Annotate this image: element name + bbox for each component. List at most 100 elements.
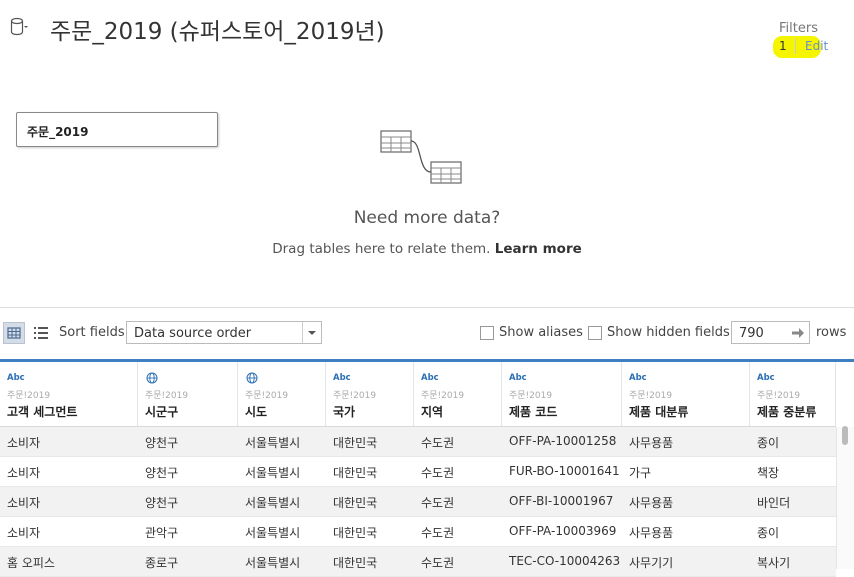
column-source: 주문!2019 [509,391,553,401]
column-name: 제품 대분류 [629,405,689,419]
string-type-icon[interactable]: Abc [421,373,439,383]
grid-view-button[interactable] [3,322,25,344]
table-cell: OFF-PA-10001258 [509,434,617,448]
column-source: 주문!2019 [629,391,673,401]
table-cell: 가구 [629,466,652,480]
grid-icon [7,327,21,339]
column-name: 시도 [245,405,268,419]
table-row: 소비자 양천구 서울특별시 대한민국 수도권 OFF-BI-10001967 사무용품 바인더 [0,487,836,517]
table-row: 소비자 관악구 서울특별시 대한민국 수도권 OFF-PA-10003969 사무용품 종이 [0,517,836,547]
show-hidden-fields-checkbox[interactable] [588,326,602,340]
table-cell: 수도권 [421,526,455,540]
column-header[interactable]: Abc 주문!2019 제품 코드 [502,362,622,427]
table-row: 소비자 양천구 서울특별시 대한민국 수도권 OFF-PA-10001258 사무용품 종이 [0,427,836,457]
column-source: 주문!2019 [245,391,289,401]
show-aliases-label[interactable]: Show aliases [499,325,583,340]
globe-icon[interactable] [246,372,258,384]
column-source: 주문!2019 [7,391,51,401]
table-cell: 서울특별시 [245,466,301,480]
table-row: 홈 오피스 종로구 서울특별시 대한민국 수도권 TEC-CO-10004263 사무기기 복… [0,547,836,577]
column-source: 주문!2019 [333,391,377,401]
table-row: 소비자 양천구 서울특별시 대한민국 수도권 FUR-BO-10001641 가구 책장 [0,457,836,487]
sort-select-value: Data source order [134,326,252,341]
table-cell: 종로구 [145,556,179,570]
table-cell: 양천구 [145,496,179,510]
column-header[interactable]: Abc 주문!2019 지역 [414,362,502,427]
column-header[interactable]: Abc 주문!2019 국가 [326,362,414,427]
column-source: 주문!2019 [421,391,465,401]
filters-label: Filters [779,21,818,36]
show-hidden-fields-label[interactable]: Show hidden fields [607,325,730,340]
string-type-icon[interactable]: Abc [629,373,647,383]
table-cell: 바인더 [757,496,791,510]
table-cell: 대한민국 [333,466,378,480]
list-view-icon[interactable] [34,326,48,340]
string-type-icon[interactable]: Abc [333,373,351,383]
sort-fields-select[interactable]: Data source order [126,321,322,344]
string-type-icon[interactable]: Abc [509,373,527,383]
column-header[interactable]: Abc 주문!2019 제품 대분류 [622,362,750,427]
table-cell: 사무용품 [629,436,674,450]
filters-divider [795,38,796,54]
table-cell: 대한민국 [333,496,378,510]
table-cell: 대한민국 [333,436,378,450]
show-aliases-checkbox[interactable] [480,326,494,340]
datasource-title[interactable]: 주문_2019 (슈퍼스토어_2019년) [50,12,385,46]
table-cell: 서울특별시 [245,556,301,570]
column-source: 주문!2019 [757,391,801,401]
column-name: 시군구 [145,405,179,419]
table-cell: OFF-BI-10001967 [509,494,614,508]
column-name: 고객 세그먼트 [7,405,78,419]
table-cell: 소비자 [7,436,41,450]
string-type-icon[interactable]: Abc [7,373,25,383]
table-cell: TEC-CO-10004263 [509,554,621,568]
column-name: 국가 [333,405,356,419]
chevron-down-icon[interactable] [302,322,321,343]
table-cell: FUR-BO-10001641 [509,464,620,478]
learn-more-link[interactable]: Learn more [495,241,582,257]
table-cell: 수도권 [421,436,455,450]
scrollbar-thumb[interactable] [842,426,848,445]
column-header[interactable]: 주문!2019 시도 [238,362,326,427]
tables-relationship-icon [380,130,462,184]
column-name: 지역 [421,405,444,419]
table-cell: 사무용품 [629,526,674,540]
column-name: 제품 중분류 [757,405,817,419]
database-icon[interactable] [10,17,28,37]
column-header[interactable]: Abc 주문!2019 고객 세그먼트 [0,362,138,427]
table-cell: 소비자 [7,526,41,540]
rows-count-input[interactable]: 790 [731,321,810,344]
column-source: 주문!2019 [145,391,189,401]
toolbar-divider [0,307,854,308]
drag-hint-text: Drag tables here to relate them. [272,241,491,257]
rows-count-value: 790 [739,326,764,341]
table-cell: 양천구 [145,436,179,450]
table-cell: OFF-PA-10003969 [509,524,617,538]
need-more-data-heading: Need more data? [353,208,501,228]
table-cell: 수도권 [421,496,455,510]
table-cell: 사무기기 [629,556,674,570]
table-cell: 책장 [757,466,780,480]
table-cell: 관악구 [145,526,179,540]
table-cell: 수도권 [421,556,455,570]
column-name: 제품 코드 [509,405,558,419]
table-cell: 양천구 [145,466,179,480]
drag-tables-hint: Drag tables here to relate them. Learn m… [0,241,854,257]
filters-edit-link[interactable]: Edit [805,39,828,53]
string-type-icon[interactable]: Abc [757,373,775,383]
table-cell: 대한민국 [333,556,378,570]
table-cell: 수도권 [421,466,455,480]
arrow-right-icon[interactable] [791,326,805,340]
table-name: 주문_2019 [27,125,89,139]
logical-table-chip[interactable]: 주문_2019 [16,112,218,147]
column-header[interactable]: Abc 주문!2019 제품 중분류 [750,362,836,427]
table-cell: 복사기 [757,556,791,570]
vertical-scrollbar[interactable] [836,427,854,569]
globe-icon[interactable] [146,372,158,384]
table-cell: 소비자 [7,496,41,510]
column-header[interactable]: 주문!2019 시군구 [138,362,238,427]
table-cell: 종이 [757,526,780,540]
table-cell: 서울특별시 [245,436,301,450]
table-cell: 대한민국 [333,526,378,540]
table-cell: 서울특별시 [245,496,301,510]
